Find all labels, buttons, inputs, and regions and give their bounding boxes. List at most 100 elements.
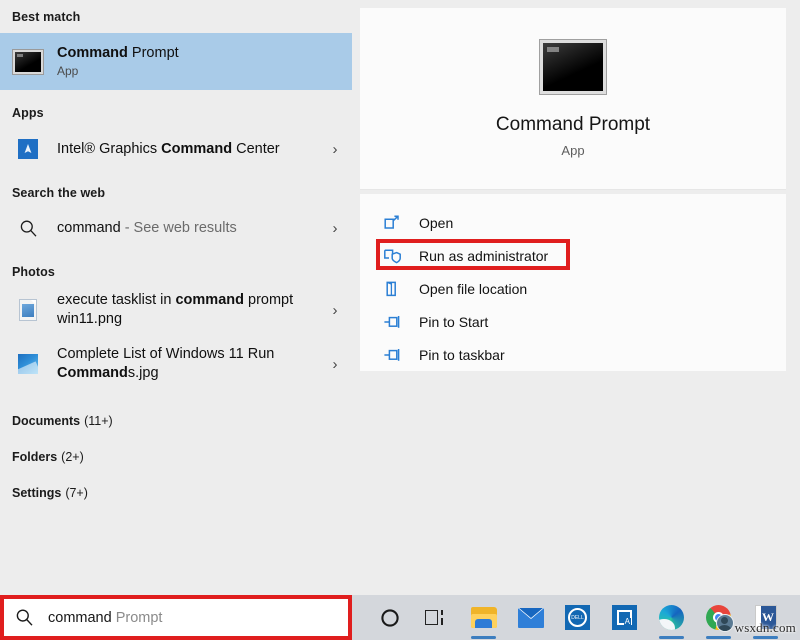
category-name: Folders (12, 450, 58, 464)
command-prompt-large-icon (540, 39, 606, 94)
action-pin-to-taskbar[interactable]: Pin to taskbar (360, 338, 786, 371)
taskbar: command Prompt DELL A W wsxdn.com (0, 595, 800, 640)
edge-icon (659, 605, 684, 630)
search-suggestion-text: Prompt (111, 609, 163, 626)
open-window-icon (382, 214, 402, 232)
photos-header: Photos (12, 265, 55, 279)
mail-icon (517, 607, 544, 628)
category-documents[interactable]: Documents (11+) (0, 403, 352, 439)
preview-header: Command Prompt App (360, 8, 786, 190)
action-open[interactable]: Open (360, 206, 786, 239)
pin-icon (382, 347, 402, 363)
category-name: Settings (12, 486, 62, 500)
shield-admin-icon (382, 247, 402, 265)
chevron-right-icon[interactable]: › (326, 142, 344, 157)
search-the-web-header: Search the web (12, 186, 106, 200)
png-photo-icon (12, 294, 44, 326)
web-result-title: command - See web results (57, 219, 326, 238)
app-title-pre: Intel® Graphics (57, 140, 162, 157)
taskbar-item-dell-app[interactable]: DELL (554, 595, 601, 640)
taskbar-item-file-explorer[interactable] (460, 595, 507, 640)
pin-icon (382, 314, 402, 330)
apps-header: Apps (12, 106, 44, 120)
preview-card: Command Prompt App (360, 8, 786, 190)
category-settings[interactable]: Settings (7+) (0, 475, 352, 511)
search-results-column: Best match Command Prompt App Apps Intel… (0, 0, 352, 595)
dictionary-icon (612, 605, 637, 630)
result-web-search-command[interactable]: command - See web results › (0, 203, 352, 253)
folder-location-icon (382, 280, 402, 298)
result-text: execute tasklist in command prompt win11… (57, 291, 326, 328)
action-label: Run as administrator (419, 247, 549, 264)
taskbar-icons: DELL W (352, 595, 800, 640)
search-icon (15, 608, 35, 627)
taskbar-cortana-button[interactable] (366, 595, 413, 640)
action-label: Pin to Start (419, 313, 489, 330)
photo-title-pre: execute tasklist in (57, 292, 176, 309)
result-text: Complete List of Windows 11 Run Commands… (57, 345, 326, 382)
chevron-right-icon[interactable]: › (326, 221, 344, 236)
result-photo-complete-list-run-commands[interactable]: Complete List of Windows 11 Run Commands… (0, 337, 352, 391)
search-input[interactable]: command Prompt (4, 599, 348, 636)
photo-title: execute tasklist in command prompt win11… (57, 291, 326, 328)
action-open-file-location[interactable]: Open file location (360, 272, 786, 305)
app-title: Intel® Graphics Command Center (57, 140, 326, 159)
photo-title: Complete List of Windows 11 Run Commands… (57, 345, 326, 382)
category-name: Documents (12, 414, 81, 428)
action-pin-to-start[interactable]: Pin to Start (360, 305, 786, 338)
best-match-title-bold: Command (57, 44, 128, 61)
photo-title-post: s.jpg (127, 365, 159, 381)
taskbar-item-mail[interactable] (507, 595, 554, 640)
action-label: Open (419, 214, 454, 231)
web-result-query: command (57, 219, 121, 236)
app-title-bold: Command (161, 140, 233, 157)
preview-actions-list: Open Run as administrator Open file loca… (360, 194, 786, 371)
category-folders[interactable]: Folders (2+) (0, 439, 352, 475)
app-preview-column: Command Prompt App Open Run as administr… (352, 0, 800, 595)
jpg-photo-icon (12, 348, 44, 380)
category-count: (11+) (84, 414, 113, 428)
chrome-icon (706, 605, 734, 632)
result-text: Intel® Graphics Command Center (57, 140, 326, 159)
search-icon (12, 212, 44, 244)
dell-icon: DELL (565, 605, 590, 630)
action-label: Open file location (419, 280, 528, 297)
taskbar-item-translator[interactable] (601, 595, 648, 640)
taskbar-item-microsoft-edge[interactable] (648, 595, 695, 640)
search-flyout: Best match Command Prompt App Apps Intel… (0, 0, 800, 595)
intel-graphics-command-center-icon (12, 133, 44, 165)
result-text: Command Prompt App (57, 44, 344, 80)
search-typed-text: command (48, 609, 112, 626)
photo-title-bold: Command (57, 365, 128, 381)
folder-icon (470, 607, 497, 628)
action-label: Pin to taskbar (419, 346, 505, 363)
best-match-header: Best match (12, 10, 81, 24)
task-view-icon (424, 609, 449, 627)
windows-search-screen: Best match Command Prompt App Apps Intel… (0, 0, 800, 640)
photo-title-pre: Complete List of Windows 11 Run (57, 346, 275, 363)
best-match-title-rest: Prompt (127, 44, 179, 61)
result-photo-execute-tasklist[interactable]: execute tasklist in command prompt win11… (0, 283, 352, 337)
photo-title-bold: command (175, 292, 244, 309)
search-input-value: command Prompt (48, 610, 162, 626)
category-count: (2+) (61, 450, 84, 464)
chevron-right-icon[interactable]: › (326, 303, 344, 318)
result-intel-graphics-command-center[interactable]: Intel® Graphics Command Center › (0, 124, 352, 174)
chevron-right-icon[interactable]: › (326, 357, 344, 372)
cortana-circle-icon (380, 608, 399, 627)
preview-app-kind: App (561, 142, 585, 158)
user-avatar-badge (716, 614, 734, 632)
result-best-match-command-prompt[interactable]: Command Prompt App (0, 33, 352, 90)
app-title-post: Center (232, 140, 280, 157)
command-prompt-icon (12, 46, 44, 78)
web-result-suffix: - See web results (120, 219, 237, 236)
category-count: (7+) (65, 486, 88, 500)
taskbar-item-task-view[interactable] (413, 595, 460, 640)
action-run-as-administrator[interactable]: Run as administrator (360, 239, 786, 272)
taskbar-search-annotated: command Prompt (0, 595, 352, 640)
result-text: command - See web results (57, 219, 326, 238)
preview-app-name: Command Prompt (495, 113, 651, 135)
watermark: wsxdn.com (734, 620, 796, 635)
best-match-subtitle: App (57, 64, 79, 79)
best-match-title: Command Prompt (57, 44, 344, 63)
